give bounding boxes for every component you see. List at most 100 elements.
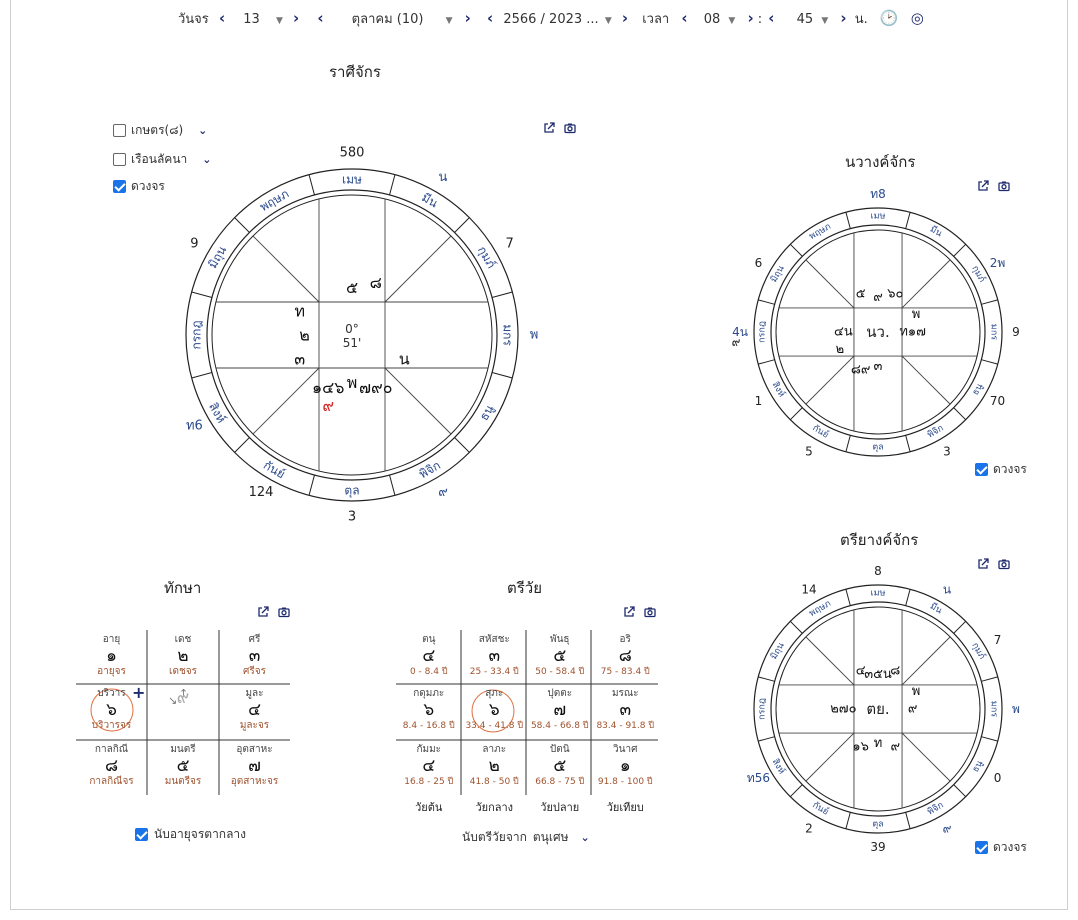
- day-caret-icon[interactable]: ▼: [276, 16, 283, 26]
- sign-label: พิจิก: [417, 458, 443, 481]
- triwai-cell-sub: 91.8 - 100 ปี: [597, 777, 653, 787]
- outer-planet-label: พ: [1012, 702, 1020, 716]
- triwai-cell-label: ปุตตะ: [547, 688, 573, 699]
- triwai-cell-sub: 16.8 - 25 ปี: [404, 777, 454, 787]
- house-diagonal: [901, 355, 951, 405]
- month-caret-icon[interactable]: ▼: [446, 16, 453, 26]
- taksa-cell-value: ๘: [104, 756, 119, 776]
- taksa-cell-sub: กาลกิณีจร: [89, 776, 134, 787]
- rasi-external-link-icon[interactable]: [543, 122, 555, 134]
- taksa-cell-value: ๙: [176, 688, 190, 708]
- triwai-cell-value: ๕: [553, 646, 567, 666]
- sign-divider: [953, 243, 967, 257]
- rasi-duangjon-checkbox[interactable]: [113, 180, 126, 193]
- navang-duangjon-checkbox[interactable]: [975, 463, 988, 476]
- taksa-cell-sub: อายุจร: [97, 666, 126, 677]
- minute-next-button[interactable]: ›: [840, 9, 846, 27]
- minute-prev-button[interactable]: ‹: [768, 9, 774, 27]
- hour-next-button[interactable]: ›: [747, 9, 753, 27]
- outer-planet-label: 39: [870, 840, 885, 854]
- triwai-cell-label: วินาศ: [613, 744, 638, 755]
- clock-icon[interactable]: 🕑: [880, 9, 899, 27]
- taksa-option[interactable]: นับอายุจรตากลาง: [135, 825, 246, 844]
- sign-label: มีน: [419, 190, 440, 210]
- triwai-option[interactable]: นับตรีวัยจาก ตนุเศษ ⌄: [462, 828, 590, 847]
- outer-planet-label: ท6: [186, 419, 203, 434]
- house-diagonal: [901, 259, 951, 309]
- month-prev-button[interactable]: ‹: [317, 9, 323, 27]
- triwai-cell-label: ปัตนิ: [549, 744, 570, 755]
- triwai-dropdown-icon[interactable]: ⌄: [581, 831, 590, 844]
- sign-label: มกร: [501, 324, 515, 346]
- treeyang-option-duangjon[interactable]: ดวงจร: [975, 838, 1027, 857]
- triwai-cell-label: พันธุ: [549, 634, 570, 645]
- kaset-dropdown-icon[interactable]: ⌄: [198, 124, 207, 137]
- sign-divider: [491, 372, 513, 379]
- house-diagonal: [805, 636, 855, 686]
- house-diagonal: [805, 355, 855, 405]
- triwai-cell-label: ลาภะ: [482, 744, 507, 755]
- time-colon: :: [757, 12, 763, 27]
- year-caret-icon[interactable]: ▼: [605, 16, 612, 26]
- rasi-option-duangjon[interactable]: ดวงจร: [113, 177, 165, 196]
- taksa-camera-icon[interactable]: [278, 606, 290, 618]
- outer-planet-label: 9: [1012, 325, 1020, 339]
- rasi-option-kaset[interactable]: เกษตร(๘) ⌄: [113, 121, 207, 140]
- sign-divider: [845, 212, 851, 229]
- taksa-cell-label: มูละ: [245, 688, 264, 699]
- sign-label: พฤษภ: [257, 186, 291, 214]
- taksa-external-link-icon[interactable]: [257, 606, 269, 618]
- year-next-button[interactable]: ›: [622, 9, 628, 27]
- outer-planet-label: ท8: [870, 187, 886, 201]
- sign-label: พฤษภ: [808, 222, 833, 242]
- triwai-grid: ตนุ๔ 0 - 8.4 ปี สหัสชะ๓ 25 - 33.4 ปี พันธุ๕ 5…: [396, 630, 658, 795]
- house-planet-label: ๓: [294, 349, 305, 368]
- sign-label: เมษ: [871, 212, 886, 222]
- triwai-camera-icon[interactable]: [644, 606, 656, 618]
- triwai-option-value[interactable]: ตนุเศษ: [533, 828, 569, 847]
- target-icon[interactable]: ◎: [911, 9, 924, 27]
- house-planet-label: ๙: [908, 702, 918, 717]
- day-prev-button[interactable]: ‹: [219, 9, 225, 27]
- ruen-checkbox[interactable]: [113, 153, 126, 166]
- triwai-external-link-icon[interactable]: [623, 606, 635, 618]
- hour-prev-button[interactable]: ‹: [681, 9, 687, 27]
- triwai-cell-value: ๖: [423, 700, 435, 720]
- treeyang-duangjon-checkbox[interactable]: [975, 841, 988, 854]
- navang-title: นวางค์จักร: [845, 153, 916, 171]
- navang-option-duangjon[interactable]: ดวงจร: [975, 460, 1027, 479]
- kaset-checkbox[interactable]: [113, 124, 126, 137]
- outer-planet-label: 1: [755, 394, 763, 408]
- sign-divider: [981, 359, 998, 365]
- time-label: เวลา: [642, 12, 670, 27]
- date-time-nav: วันจร ‹ 13 ▼ › ‹ ตุลาคม (10) ▼ › ‹ 2566 …: [178, 8, 924, 30]
- house-planet-label: ๘๙: [851, 363, 871, 378]
- minute-caret-icon[interactable]: ▼: [821, 16, 828, 26]
- taksa-cell: อุตสาหะ๗อุตสาหะจร: [219, 744, 290, 788]
- sign-label: กรกฎ: [758, 698, 768, 720]
- rasi-title: ราศีจักร: [329, 63, 381, 81]
- hour-caret-icon[interactable]: ▼: [728, 16, 735, 26]
- minute-select[interactable]: 45: [797, 12, 814, 27]
- house-planet-label: ๙: [873, 290, 883, 305]
- month-select[interactable]: ตุลาคม (10): [352, 12, 424, 27]
- triwai-cell-label: กดุมภะ: [413, 688, 445, 699]
- triwai-option-label: นับตรีวัยจาก: [462, 830, 527, 844]
- day-select[interactable]: 13: [243, 12, 260, 27]
- house-planet-label: น: [399, 349, 410, 368]
- year-select[interactable]: 2566 / 2023 ...: [503, 12, 598, 27]
- taksa-cell: เดช๒เดชจร: [147, 634, 219, 678]
- house-planet-label: ๒: [836, 342, 845, 357]
- triwai-cell: ปัตนิ๕ 66.8 - 75 ปี: [527, 744, 593, 788]
- day-next-button[interactable]: ›: [293, 9, 299, 27]
- navang-duangjon-label: ดวงจร: [993, 462, 1027, 476]
- taksa-checkbox[interactable]: [135, 828, 148, 841]
- year-prev-button[interactable]: ‹: [487, 9, 493, 27]
- taksa-cell-sub: เดชจร: [169, 666, 197, 677]
- sign-label: มิถุน: [205, 244, 230, 272]
- triwai-cell-sub: 25 - 33.4 ปี: [469, 667, 519, 677]
- sign-label: ธนู: [971, 382, 985, 397]
- hour-select[interactable]: 08: [704, 12, 721, 27]
- rasi-camera-icon[interactable]: [564, 122, 576, 134]
- month-next-button[interactable]: ›: [465, 9, 471, 27]
